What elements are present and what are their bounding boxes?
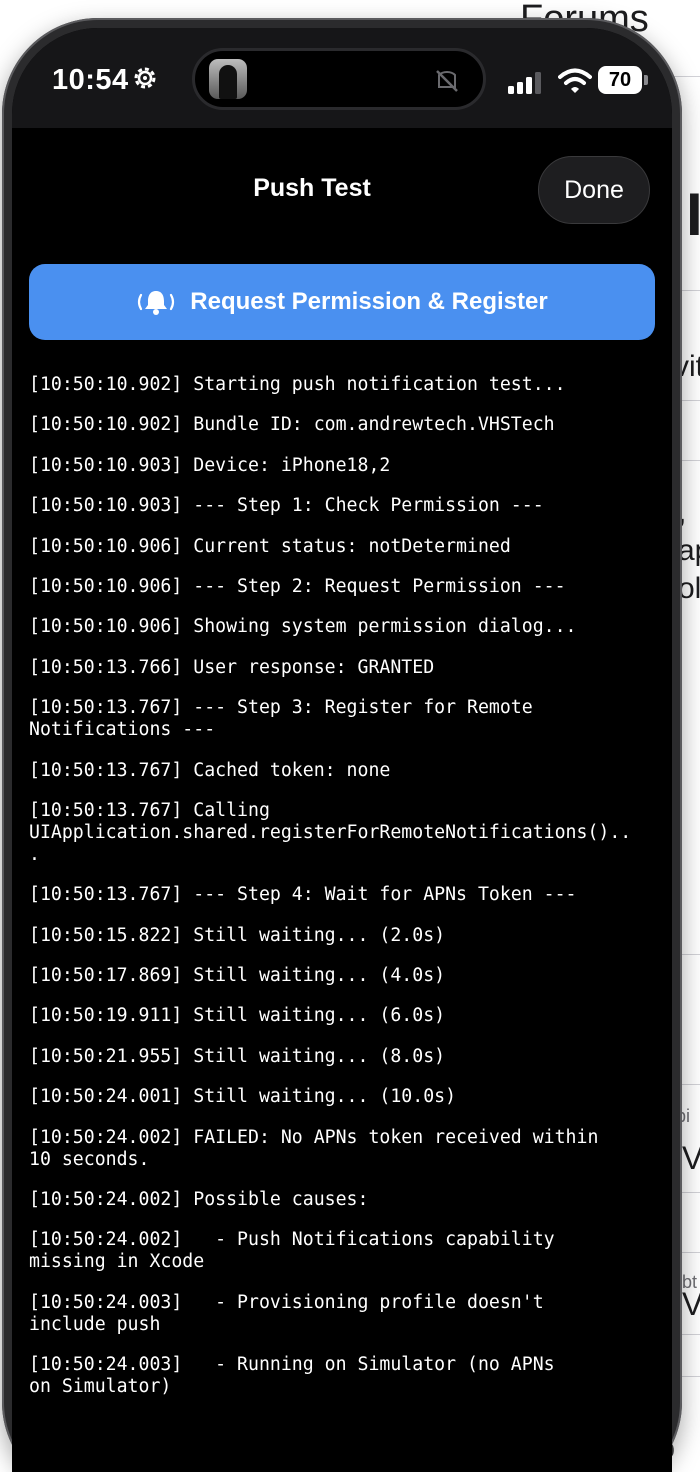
bell-waves-icon	[138, 291, 175, 315]
log-line: [10:50:24.002] Possible causes:	[29, 1189, 369, 1211]
log-line: [10:50:13.767] Calling UIApplication.sha…	[29, 799, 632, 865]
request-permission-label: Request Permission & Register	[190, 288, 548, 315]
background-text-fragment: V	[682, 1140, 700, 1176]
background-text-fragment: V	[682, 1286, 700, 1322]
log-output: [10:50:10.902] Starting push notificatio…	[29, 374, 649, 1417]
log-line: [10:50:13.766] User response: GRANTED	[29, 656, 435, 678]
phone-frame: 10:54 70 Push Test Done Request Permissi…	[2, 18, 682, 1472]
divider	[682, 954, 700, 955]
now-playing-thumbnail	[209, 59, 247, 99]
wifi-icon	[558, 68, 592, 93]
log-line: [10:50:24.002] FAILED: No APNs token rec…	[29, 1126, 599, 1170]
log-line: [10:50:10.906] Showing system permission…	[29, 616, 577, 638]
log-line: [10:50:10.906] Current status: notDeterm…	[29, 535, 511, 557]
log-line: [10:50:19.911] Still waiting... (6.0s)	[29, 1005, 446, 1027]
done-button[interactable]: Done	[538, 156, 650, 224]
log-line: [10:50:10.902] Starting push notificatio…	[29, 374, 566, 395]
status-bar: 10:54 70	[12, 28, 672, 128]
divider	[682, 1376, 700, 1377]
log-line: [10:50:13.767] --- Step 3: Register for …	[29, 697, 533, 741]
log-line: [10:50:24.001] Still waiting... (10.0s)	[29, 1086, 457, 1108]
log-line: [10:50:17.869] Still waiting... (4.0s)	[29, 965, 446, 987]
log-line: [10:50:24.003] - Running on Simulator (n…	[29, 1354, 555, 1398]
divider	[682, 1084, 700, 1085]
page-title: Push Test	[253, 174, 371, 202]
log-line: [10:50:24.003] - Provisioning profile do…	[29, 1291, 544, 1335]
divider	[682, 1192, 700, 1193]
battery-cap	[644, 75, 648, 85]
log-line: [10:50:10.903] Device: iPhone18,2	[29, 454, 391, 476]
status-time: 10:54	[52, 64, 129, 96]
request-permission-button[interactable]: Request Permission & Register	[29, 264, 655, 340]
log-line: [10:50:10.906] --- Step 2: Request Permi…	[29, 575, 566, 597]
battery-icon: 70	[598, 66, 642, 94]
mute-icon	[436, 70, 458, 92]
log-line: [10:50:10.902] Bundle ID: com.andrewtech…	[29, 414, 555, 436]
divider	[682, 1252, 700, 1253]
phone-screen: 10:54 70 Push Test Done Request Permissi…	[12, 28, 672, 1472]
gear-icon	[134, 67, 156, 89]
divider	[682, 400, 700, 401]
log-line: [10:50:24.002] - Push Notifications capa…	[29, 1229, 555, 1273]
divider	[682, 460, 700, 461]
log-line: [10:50:10.903] --- Step 1: Check Permiss…	[29, 495, 544, 517]
log-line: [10:50:13.767] --- Step 4: Wait for APNs…	[29, 884, 577, 906]
push-test-sheet: Push Test Done Request Permission & Regi…	[12, 128, 672, 1472]
dynamic-island[interactable]	[192, 48, 486, 110]
divider	[682, 290, 700, 291]
log-line: [10:50:21.955] Still waiting... (8.0s)	[29, 1045, 446, 1067]
log-line: [10:50:15.822] Still waiting... (2.0s)	[29, 924, 446, 946]
signal-icon	[508, 72, 541, 94]
background-heading-fragment: I	[686, 181, 700, 248]
divider	[682, 1334, 700, 1335]
log-line: [10:50:13.767] Cached token: none	[29, 759, 391, 781]
